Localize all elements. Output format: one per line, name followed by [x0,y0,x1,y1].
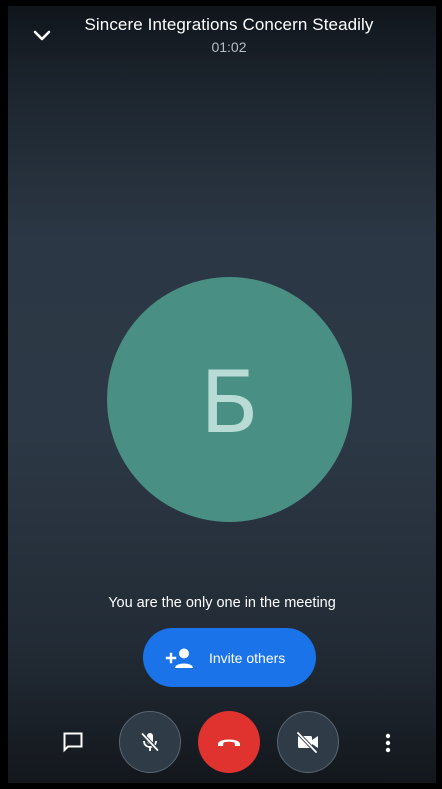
end-call-button[interactable] [198,711,260,773]
avatar-initial: Б [200,352,259,453]
frame-left [0,0,8,789]
meeting-title: Sincere Integrations Concern Steadily [84,15,374,34]
microphone-toggle-button[interactable] [119,711,181,773]
participant-avatar: Б [107,277,352,522]
call-timer: 01:02 [211,39,247,55]
camera-toggle-button[interactable] [277,711,339,773]
more-vert-icon [385,733,391,753]
chat-button[interactable] [54,723,92,761]
mic-off-icon [141,732,159,752]
meeting-status-text: You are the only one in the meeting [108,595,336,611]
more-options-button[interactable] [374,727,402,759]
person-add-icon [165,646,195,670]
invite-others-button[interactable]: Invite others [143,628,316,687]
videocam-off-icon [296,731,318,753]
frame-bottom [0,783,442,789]
invite-others-label: Invite others [209,649,286,666]
frame-right [436,0,442,789]
chat-icon [63,732,83,753]
frame-top [0,0,442,6]
chevron-down-icon [33,30,51,41]
collapse-button[interactable] [28,22,56,50]
call-end-icon [218,739,240,746]
meeting-screen: Sincere Integrations Concern Steadily 01… [0,0,442,789]
